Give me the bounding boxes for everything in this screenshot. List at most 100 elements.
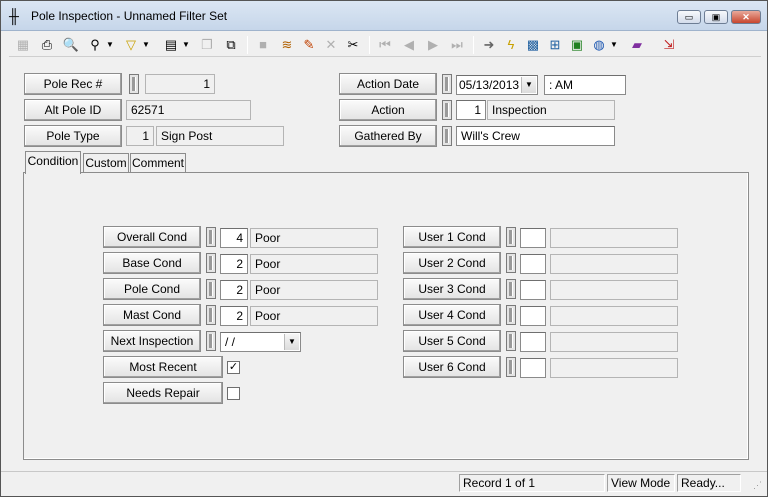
prev-icon[interactable]: ◀ bbox=[399, 35, 419, 55]
user-4-cond-code[interactable] bbox=[520, 306, 546, 326]
needs-repair-button[interactable]: Needs Repair bbox=[103, 382, 223, 404]
gathered-by-handle[interactable] bbox=[442, 126, 452, 146]
tree-icon[interactable]: ⊞ bbox=[545, 35, 565, 55]
user-2-cond-button[interactable]: User 2 Cond bbox=[403, 252, 501, 274]
binoculars-dropdown-icon[interactable]: ▼ bbox=[105, 35, 115, 55]
copy-icon[interactable]: ❐ bbox=[197, 35, 217, 55]
gathered-by-button[interactable]: Gathered By bbox=[339, 125, 437, 147]
next-inspection-picker[interactable]: / / ▼ bbox=[220, 332, 301, 352]
globe-icon[interactable]: ◍ bbox=[589, 35, 609, 55]
user-1-cond-handle[interactable] bbox=[506, 227, 516, 247]
user-3-cond-handle[interactable] bbox=[506, 279, 516, 299]
next-inspection-button[interactable]: Next Inspection bbox=[103, 330, 201, 352]
user-5-cond-desc bbox=[550, 332, 678, 352]
overall-cond-code[interactable]: 4 bbox=[220, 228, 248, 248]
window-title: Pole Inspection - Unnamed Filter Set bbox=[31, 9, 228, 23]
binoculars-icon[interactable]: ⚲ bbox=[85, 35, 105, 55]
lightning-icon[interactable]: ϟ bbox=[501, 35, 521, 55]
globe-dropdown-icon[interactable]: ▼ bbox=[609, 35, 619, 55]
photo-icon[interactable]: ▣ bbox=[567, 35, 587, 55]
overall-cond-handle[interactable] bbox=[206, 227, 216, 247]
action-button[interactable]: Action bbox=[339, 99, 437, 121]
document-dropdown-icon[interactable]: ▼ bbox=[181, 35, 191, 55]
base-cond-handle[interactable] bbox=[206, 253, 216, 273]
grid-icon[interactable]: ▦ bbox=[13, 35, 33, 55]
user-4-cond-button[interactable]: User 4 Cond bbox=[403, 304, 501, 326]
book-icon[interactable]: ▰ bbox=[627, 35, 647, 55]
alt-pole-id-button[interactable]: Alt Pole ID bbox=[24, 99, 122, 121]
restore-button[interactable]: ▣ bbox=[704, 10, 728, 24]
pole-type-code[interactable]: 1 bbox=[126, 126, 154, 146]
user-5-cond-handle[interactable] bbox=[506, 331, 516, 351]
mast-cond-handle[interactable] bbox=[206, 305, 216, 325]
mast-cond-button[interactable]: Mast Cond bbox=[103, 304, 201, 326]
resize-grip-icon[interactable]: ⋰ bbox=[753, 480, 762, 491]
export-icon[interactable]: ⧉ bbox=[221, 35, 241, 55]
user-3-cond-code[interactable] bbox=[520, 280, 546, 300]
user-3-cond-desc bbox=[550, 280, 678, 300]
gathered-by-field[interactable]: Will's Crew bbox=[456, 126, 615, 146]
action-date-picker[interactable]: 05/13/2013 ▼ bbox=[456, 75, 538, 95]
scissors-icon[interactable]: ✂ bbox=[343, 35, 363, 55]
minimize-button[interactable]: ▭ bbox=[677, 10, 701, 24]
pole-rec-handle[interactable] bbox=[129, 74, 139, 94]
base-cond-desc: Poor bbox=[250, 254, 378, 274]
next-inspection-handle[interactable] bbox=[206, 331, 216, 351]
print-preview-icon[interactable]: 🔍 bbox=[61, 35, 81, 55]
tab-custom[interactable]: Custom bbox=[83, 153, 129, 173]
pole-rec-button[interactable]: Pole Rec # bbox=[24, 73, 122, 95]
document-icon[interactable]: ▤ bbox=[161, 35, 181, 55]
user-6-cond-code[interactable] bbox=[520, 358, 546, 378]
goto-icon[interactable]: ➜ bbox=[479, 35, 499, 55]
save-icon[interactable]: ■ bbox=[253, 35, 273, 55]
close-button[interactable]: ✕ bbox=[731, 10, 761, 24]
pole-cond-handle[interactable] bbox=[206, 279, 216, 299]
filter-icon[interactable]: ▽ bbox=[121, 35, 141, 55]
user-2-cond-handle[interactable] bbox=[506, 253, 516, 273]
last-icon[interactable]: ⏭ bbox=[447, 35, 467, 55]
pencil-icon[interactable]: ✎ bbox=[299, 35, 319, 55]
action-desc: Inspection bbox=[487, 100, 615, 120]
action-date-handle[interactable] bbox=[442, 74, 452, 94]
pole-cond-button[interactable]: Pole Cond bbox=[103, 278, 201, 300]
delete-icon[interactable]: ✕ bbox=[321, 35, 341, 55]
action-date-button[interactable]: Action Date bbox=[339, 73, 437, 95]
user-3-cond-button[interactable]: User 3 Cond bbox=[403, 278, 501, 300]
chevron-down-icon[interactable]: ▼ bbox=[521, 77, 536, 93]
most-recent-checkbox[interactable]: ✓ bbox=[227, 361, 240, 374]
print-icon[interactable]: ⎙ bbox=[37, 35, 57, 55]
stack-icon[interactable]: ≋ bbox=[277, 35, 297, 55]
user-6-cond-button[interactable]: User 6 Cond bbox=[403, 356, 501, 378]
exit-icon[interactable]: ⇲ bbox=[659, 35, 679, 55]
pole-app-icon: ╫ bbox=[9, 8, 19, 24]
base-cond-code[interactable]: 2 bbox=[220, 254, 248, 274]
user-4-cond-desc bbox=[550, 306, 678, 326]
user-1-cond-code[interactable] bbox=[520, 228, 546, 248]
user-4-cond-handle[interactable] bbox=[506, 305, 516, 325]
map-icon[interactable]: ▩ bbox=[523, 35, 543, 55]
action-code[interactable]: 1 bbox=[456, 100, 486, 120]
first-icon[interactable]: ⏮ bbox=[375, 35, 395, 55]
user-5-cond-code[interactable] bbox=[520, 332, 546, 352]
tab-condition[interactable]: Condition bbox=[25, 151, 81, 174]
chevron-down-icon[interactable]: ▼ bbox=[284, 334, 299, 350]
user-2-cond-code[interactable] bbox=[520, 254, 546, 274]
most-recent-inspection-button[interactable]: Most Recent Inspection bbox=[103, 356, 223, 394]
filter-dropdown-icon[interactable]: ▼ bbox=[141, 35, 151, 55]
user-1-cond-button[interactable]: User 1 Cond bbox=[403, 226, 501, 248]
status-bar: Record 1 of 1 View Mode Ready... ⋰ bbox=[1, 471, 767, 496]
mast-cond-code[interactable]: 2 bbox=[220, 306, 248, 326]
overall-cond-button[interactable]: Overall Cond bbox=[103, 226, 201, 248]
action-time-field[interactable]: : AM bbox=[544, 75, 626, 95]
pole-type-button[interactable]: Pole Type bbox=[24, 125, 122, 147]
tab-comment[interactable]: Comment bbox=[130, 153, 186, 173]
base-cond-button[interactable]: Base Cond bbox=[103, 252, 201, 274]
user-6-cond-handle[interactable] bbox=[506, 357, 516, 377]
pole-cond-desc: Poor bbox=[250, 280, 378, 300]
pole-cond-code[interactable]: 2 bbox=[220, 280, 248, 300]
needs-repair-checkbox[interactable] bbox=[227, 387, 240, 400]
action-handle[interactable] bbox=[442, 100, 452, 120]
alt-pole-id-field[interactable]: 62571 bbox=[126, 100, 251, 120]
next-icon[interactable]: ▶ bbox=[423, 35, 443, 55]
user-5-cond-button[interactable]: User 5 Cond bbox=[403, 330, 501, 352]
